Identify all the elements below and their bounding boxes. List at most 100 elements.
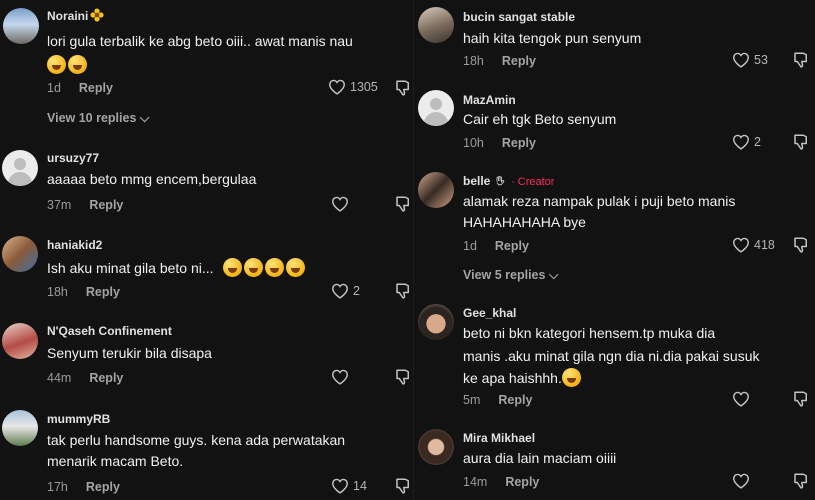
dislike-button[interactable] bbox=[394, 282, 412, 305]
thumbs-down-icon bbox=[794, 391, 807, 407]
like-button[interactable]: 2 bbox=[732, 134, 761, 150]
thumbs-down-icon bbox=[794, 473, 807, 489]
thumbs-down-icon bbox=[396, 196, 409, 212]
avatar[interactable] bbox=[418, 7, 454, 43]
reply-button[interactable]: Reply bbox=[502, 136, 536, 150]
reply-button[interactable]: Reply bbox=[86, 480, 120, 494]
dislike-button[interactable] bbox=[394, 477, 412, 500]
comment-meta: 37m Reply bbox=[47, 198, 124, 212]
reply-button[interactable]: Reply bbox=[89, 371, 123, 385]
like-button[interactable]: 53 bbox=[732, 52, 768, 68]
reply-button[interactable]: Reply bbox=[505, 475, 539, 489]
dislike-button[interactable] bbox=[394, 368, 412, 391]
thumbs-down-icon bbox=[396, 80, 409, 96]
view-replies-button[interactable]: View 10 replies ⌵ bbox=[47, 111, 149, 126]
avatar[interactable] bbox=[418, 429, 454, 465]
thumbs-down-icon bbox=[396, 369, 409, 385]
flower-icon bbox=[90, 8, 104, 22]
like-count: 418 bbox=[754, 238, 775, 252]
avatar[interactable] bbox=[418, 304, 454, 340]
comment-meta: 17h Reply bbox=[47, 480, 120, 494]
avatar[interactable] bbox=[2, 150, 38, 186]
laughing-emoji-icon bbox=[68, 55, 87, 74]
like-count: 53 bbox=[754, 53, 768, 67]
reply-button[interactable]: Reply bbox=[498, 393, 532, 407]
avatar[interactable] bbox=[418, 90, 454, 126]
comment-username[interactable]: Gee_khal bbox=[463, 306, 516, 320]
reply-button[interactable]: Reply bbox=[495, 239, 529, 253]
heart-icon bbox=[331, 369, 349, 385]
dislike-button[interactable] bbox=[792, 51, 810, 74]
comment-username[interactable]: haniakid2 bbox=[47, 238, 102, 252]
comment-text: lori gula terbalik ke abg beto oiii.. aw… bbox=[47, 31, 353, 76]
heart-icon bbox=[331, 196, 349, 212]
comment-meta: 1d Reply bbox=[463, 239, 529, 253]
comment-meta: 18h Reply bbox=[463, 54, 536, 68]
comments-column-left: Noraini lori gula terbalik ke abg beto o… bbox=[0, 0, 414, 500]
laughing-emoji-icon bbox=[265, 258, 285, 277]
dislike-button[interactable] bbox=[394, 195, 412, 218]
heart-icon bbox=[331, 478, 349, 494]
dislike-button[interactable] bbox=[792, 133, 810, 156]
avatar[interactable] bbox=[3, 8, 39, 44]
comment-text: Senyum terukir bila disapa bbox=[47, 345, 212, 361]
comment-text: Ish aku minat gila beto ni... bbox=[47, 258, 307, 279]
reply-button[interactable]: Reply bbox=[86, 285, 120, 299]
dislike-button[interactable] bbox=[792, 236, 810, 259]
heart-icon bbox=[732, 52, 750, 68]
dislike-button[interactable] bbox=[394, 79, 412, 102]
thumbs-down-icon bbox=[794, 52, 807, 68]
comment-meta: 14m Reply bbox=[463, 475, 540, 489]
reply-button[interactable]: Reply bbox=[89, 198, 123, 212]
laughing-emoji-icon bbox=[223, 258, 243, 277]
view-replies-button[interactable]: View 5 replies ⌵ bbox=[463, 268, 558, 283]
thumbs-down-icon bbox=[396, 283, 409, 299]
like-button[interactable] bbox=[331, 369, 353, 385]
comment-username[interactable]: Mira Mikhael bbox=[463, 431, 535, 445]
comment-username[interactable]: bucin sangat stable bbox=[463, 10, 575, 24]
comment-text: haih kita tengok pun senyum bbox=[463, 30, 642, 46]
like-button[interactable]: 2 bbox=[331, 283, 360, 299]
comment-username[interactable]: mummyRB bbox=[47, 412, 110, 426]
like-button[interactable]: 14 bbox=[331, 478, 367, 494]
heart-icon bbox=[732, 391, 750, 407]
dislike-button[interactable] bbox=[792, 472, 810, 495]
like-button[interactable] bbox=[732, 473, 754, 489]
reply-button[interactable]: Reply bbox=[79, 81, 113, 95]
comment-username[interactable]: ursuzy77 bbox=[47, 151, 99, 165]
laughing-emoji-icon bbox=[561, 368, 581, 387]
laughing-emoji-icon bbox=[47, 55, 66, 74]
like-button[interactable]: 1305 bbox=[328, 79, 378, 95]
heart-icon bbox=[328, 79, 346, 95]
laughing-emoji-icon bbox=[286, 258, 306, 277]
heart-icon bbox=[732, 237, 750, 253]
like-button[interactable] bbox=[331, 196, 353, 212]
heart-icon bbox=[732, 134, 750, 150]
like-button[interactable]: 418 bbox=[732, 237, 775, 253]
avatar[interactable] bbox=[2, 236, 38, 272]
waving-hand-icon bbox=[496, 176, 504, 186]
comment-meta: 10h Reply bbox=[463, 136, 536, 150]
comment-username[interactable]: Noraini bbox=[47, 8, 104, 23]
dislike-button[interactable] bbox=[792, 390, 810, 413]
like-button[interactable] bbox=[732, 391, 754, 407]
chevron-down-icon: ⌵ bbox=[139, 111, 150, 125]
comment-text: aura dia lain maciam oiiii bbox=[463, 450, 617, 466]
thumbs-down-icon bbox=[396, 478, 409, 494]
avatar[interactable] bbox=[2, 323, 38, 359]
comment-username[interactable]: belle · Creator bbox=[463, 174, 554, 188]
avatar[interactable] bbox=[418, 172, 454, 208]
comment-text: aaaaa beto mmg encem,bergulaa bbox=[47, 171, 257, 187]
laughing-emoji-icon bbox=[244, 258, 264, 277]
comments-column-right: bucin sangat stable haih kita tengok pun… bbox=[414, 0, 815, 500]
chevron-down-icon: ⌵ bbox=[548, 268, 559, 282]
comment-username[interactable]: N'Qaseh Confinement bbox=[47, 324, 172, 338]
creator-badge: · Creator bbox=[511, 176, 555, 188]
comment-meta: 5m Reply bbox=[463, 393, 533, 407]
comment-text: alamak reza nampak pulak i puji beto man… bbox=[463, 193, 736, 230]
avatar[interactable] bbox=[2, 410, 38, 446]
comment-username[interactable]: MazAmin bbox=[463, 93, 516, 107]
reply-button[interactable]: Reply bbox=[502, 54, 536, 68]
comment-meta: 1d Reply bbox=[47, 81, 113, 95]
comment-meta: 44m Reply bbox=[47, 371, 124, 385]
